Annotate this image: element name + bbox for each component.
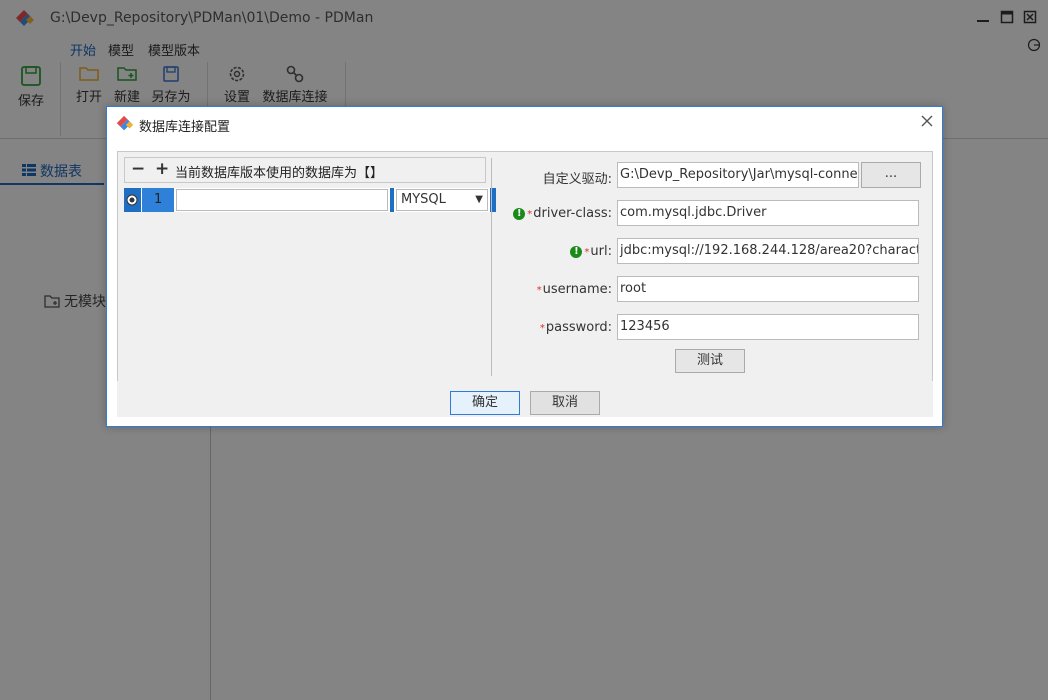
driver-class-label-text: driver-class: xyxy=(533,206,612,221)
radio-selected-icon xyxy=(126,194,138,206)
row-divider xyxy=(390,188,394,212)
db-list-toolbar: − + 当前数据库版本使用的数据库为【】 xyxy=(124,157,486,183)
username-label-text: username: xyxy=(542,282,612,297)
dialog-body: − + 当前数据库版本使用的数据库为【】 1 MYSQL ▼ 自定义驱动: G:… xyxy=(117,151,933,382)
required-mark: * xyxy=(536,285,542,296)
username-field[interactable]: root xyxy=(617,276,919,302)
url-field[interactable]: jdbc:mysql://192.168.244.128/area20?char… xyxy=(617,238,919,264)
remove-db-button[interactable]: − xyxy=(131,159,145,179)
required-mark: * xyxy=(527,209,533,220)
url-label-text: url: xyxy=(590,244,612,259)
warning-icon: ! xyxy=(570,246,583,258)
driver-label: 自定义驱动: xyxy=(542,172,612,187)
add-db-button[interactable]: + xyxy=(155,159,169,179)
password-label-text: password: xyxy=(545,320,612,335)
required-mark: * xyxy=(584,247,590,258)
panel-divider xyxy=(491,158,492,376)
password-field[interactable]: 123456 xyxy=(617,314,919,340)
close-icon[interactable] xyxy=(920,114,934,128)
current-db-text: 当前数据库版本使用的数据库为【】 xyxy=(175,166,384,181)
db-name-input[interactable] xyxy=(176,189,388,211)
pdman-logo-icon xyxy=(116,115,134,131)
warning-icon: ! xyxy=(513,208,526,220)
dialog-footer: 确定 取消 xyxy=(117,381,933,417)
row-radio[interactable] xyxy=(124,188,141,212)
driver-class-field[interactable]: com.mysql.jdbc.Driver xyxy=(617,200,919,226)
db-type-value: MYSQL xyxy=(401,192,446,207)
driver-class-label: ! *driver-class: xyxy=(513,206,612,221)
test-connection-button[interactable]: 测试 xyxy=(675,349,745,373)
dialog-title: 数据库连接配置 xyxy=(139,120,231,135)
ok-button[interactable]: 确定 xyxy=(450,391,520,415)
db-connection-dialog: 数据库连接配置 − + 当前数据库版本使用的数据库为【】 1 MYSQL ▼ 自… xyxy=(106,106,943,427)
row-index: 1 xyxy=(142,188,174,212)
password-label: *password: xyxy=(540,320,612,335)
url-label: ! *url: xyxy=(570,244,612,259)
username-label: *username: xyxy=(537,282,612,297)
browse-button[interactable]: ... xyxy=(861,162,921,188)
list-item[interactable]: 1 MYSQL ▼ xyxy=(124,188,496,212)
required-mark: * xyxy=(539,323,545,334)
driver-path-field[interactable]: G:\Devp_Repository\Jar\mysql-connector xyxy=(617,162,859,188)
db-type-select[interactable]: MYSQL ▼ xyxy=(396,189,488,211)
cancel-button[interactable]: 取消 xyxy=(530,391,600,415)
chevron-down-icon: ▼ xyxy=(475,194,483,205)
